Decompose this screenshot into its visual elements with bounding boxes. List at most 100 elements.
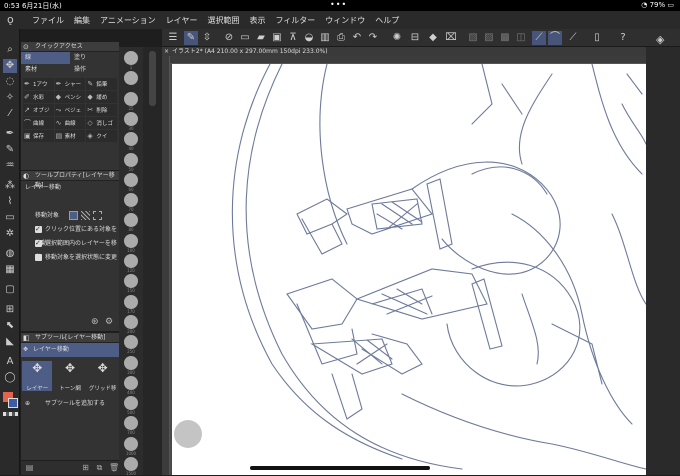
move-icon[interactable]: ✥ [3,59,17,73]
copy-icon[interactable]: ▨ [482,31,496,45]
app-logo-icon[interactable]: ǫ [7,14,19,26]
print-icon[interactable]: ⎙ [334,31,348,45]
fill-bucket-icon[interactable]: ◒ [302,31,316,45]
layer-icon[interactable]: ⊘ [222,31,236,45]
document-tab[interactable]: × イラスト2* (A4 210.00 x 297.00mm 150dpi 23… [162,47,646,56]
eyedropper-icon[interactable]: ⁄ [3,107,17,121]
tab-operation[interactable]: 操作 [70,64,119,76]
sub-tool-tone-move[interactable]: ✥ トーン網 [55,361,85,392]
brush-size-swatch[interactable] [124,91,138,106]
menu-edit[interactable]: 編集 [74,15,90,26]
sub-tool-layer-move[interactable]: ✥ レイヤー [22,361,53,392]
menu-selection[interactable]: 選択範囲 [207,15,239,26]
sub-color-swatch[interactable] [8,398,18,408]
ruler-icon[interactable]: ◣ [3,335,17,349]
brush-icon[interactable]: ✎ [184,31,198,45]
target-layer-icon[interactable] [69,211,78,220]
undo-icon[interactable]: ↶ [350,31,364,45]
tab-line[interactable]: 線 [21,52,70,64]
tab-fill[interactable]: 塗り [70,52,119,64]
new-item-icon[interactable]: ⊞ [81,463,90,472]
brush-size-swatch[interactable] [124,274,138,289]
balloon-icon[interactable]: ◯ [3,371,17,385]
option-select-target[interactable]: 移動対象を選択状態に変更 [21,251,119,265]
text-icon[interactable]: A [3,355,17,369]
redo-icon[interactable]: ↷ [366,31,380,45]
brush-size-swatch[interactable] [124,294,138,309]
blend-icon[interactable]: ⌇ [3,195,17,209]
search-icon[interactable]: ⊙ [23,42,29,52]
close-icon[interactable]: × [164,47,169,56]
frame-icon[interactable]: ⊞ [3,303,17,317]
brush-size-scrollbar[interactable] [143,47,162,475]
qa-item[interactable]: ◆ ペンシ [54,91,86,103]
multitask-dots[interactable]: ••• [330,0,347,9]
home-indicator[interactable] [250,466,430,470]
brush-size-swatch[interactable] [124,172,138,187]
trash-icon[interactable]: 🗑 [109,463,119,472]
layers-panel-icon[interactable]: ◈ [656,33,664,46]
paste-icon[interactable]: ▩ [498,31,512,45]
target-tone-icon[interactable] [81,211,90,220]
menu-help[interactable]: ヘルプ [375,15,399,26]
brush-size-swatch[interactable] [124,457,138,471]
brush-size-swatch[interactable] [124,193,138,208]
settings-icon[interactable]: ⚙ [105,317,113,327]
menu-layer[interactable]: レイヤー [166,15,198,26]
menu-icon[interactable]: ☰ [166,31,180,45]
clear-icon[interactable]: ⊟ [408,31,422,45]
brush-size-swatch[interactable] [124,71,138,86]
brush-size-swatch[interactable] [124,335,138,350]
copy-icon[interactable]: ⧉ [95,463,104,472]
figure-icon[interactable]: ▢ [3,283,17,297]
fill-icon[interactable]: ◍ [3,247,17,261]
target-grid-icon[interactable] [93,211,102,220]
qa-item[interactable]: ◇ 消しゴ [86,117,117,129]
brush-size-swatch[interactable] [124,436,138,451]
qa-item[interactable]: ◈ クイ [86,130,117,142]
brush-size-swatch[interactable] [124,111,138,126]
brush-size-swatch[interactable] [124,254,138,268]
operation-icon[interactable]: ⬉ [3,319,17,333]
brush-size-swatch[interactable] [124,213,138,228]
pencil-icon[interactable]: ✎ [3,143,17,157]
option-selection-move[interactable]: 選択範囲内のレイヤーを移動 [21,236,119,261]
brush-size-swatch[interactable] [124,416,138,431]
qa-item[interactable]: ◆ 緩め [86,91,117,103]
scroll-thumb[interactable] [149,51,156,106]
snap-icon[interactable]: ⟋ [566,31,580,45]
sub-tool-header[interactable]: ◧ サブツール[レイヤー移動] [21,333,119,343]
adjust-icon[interactable]: ⇳ [200,31,214,45]
deselect-icon[interactable]: ◫ [514,31,528,45]
transparent-color-icon[interactable] [3,412,18,416]
add-sub-tool-button[interactable]: ⊕ サブツールを追加する [21,397,119,411]
menu-filter[interactable]: フィルター [275,15,315,26]
menu-window[interactable]: ウィンドウ [325,15,365,26]
brush-icon[interactable]: ♒ [3,159,17,173]
device-icon[interactable]: ▯ [590,31,604,45]
qa-item[interactable]: ✂ 削除 [86,104,117,116]
transform-icon[interactable]: ⌧ [444,31,458,45]
airbrush-icon[interactable]: ⁂ [3,179,17,193]
qa-item[interactable]: ✒ シャー [54,78,86,90]
sub-tool-group[interactable]: ✥ レイヤー移動 [21,343,119,357]
reset-icon[interactable]: ⊛ [91,317,99,327]
checkbox[interactable] [35,254,42,261]
brush-size-swatch[interactable] [124,375,138,390]
magic-wand-icon[interactable]: ✧ [3,91,17,105]
menu-view[interactable]: 表示 [249,15,265,26]
qa-item[interactable]: ✒ 1アウ [23,78,54,90]
quick-access-header[interactable]: ⊙ クイックアクセス [21,42,119,52]
drawing-canvas[interactable] [172,64,646,475]
qa-item[interactable]: ⤳ ベジェ [54,104,86,116]
qa-item[interactable]: ↗ オブジ [23,104,54,116]
cut-icon[interactable]: ▧ [466,31,480,45]
pen-icon[interactable]: ✒ [3,127,17,141]
zoom-icon[interactable]: ⌕ [3,43,17,57]
eraser-icon[interactable]: ▭ [3,211,17,225]
sub-tool-grid-move[interactable]: ✥ グリッド移 [88,361,118,392]
decoration-icon[interactable]: ✲ [3,227,17,241]
lasso-icon[interactable]: ◌ [3,75,17,89]
fill-icon[interactable]: ◆ [426,31,440,45]
save-icon[interactable]: ▣ [270,31,284,45]
